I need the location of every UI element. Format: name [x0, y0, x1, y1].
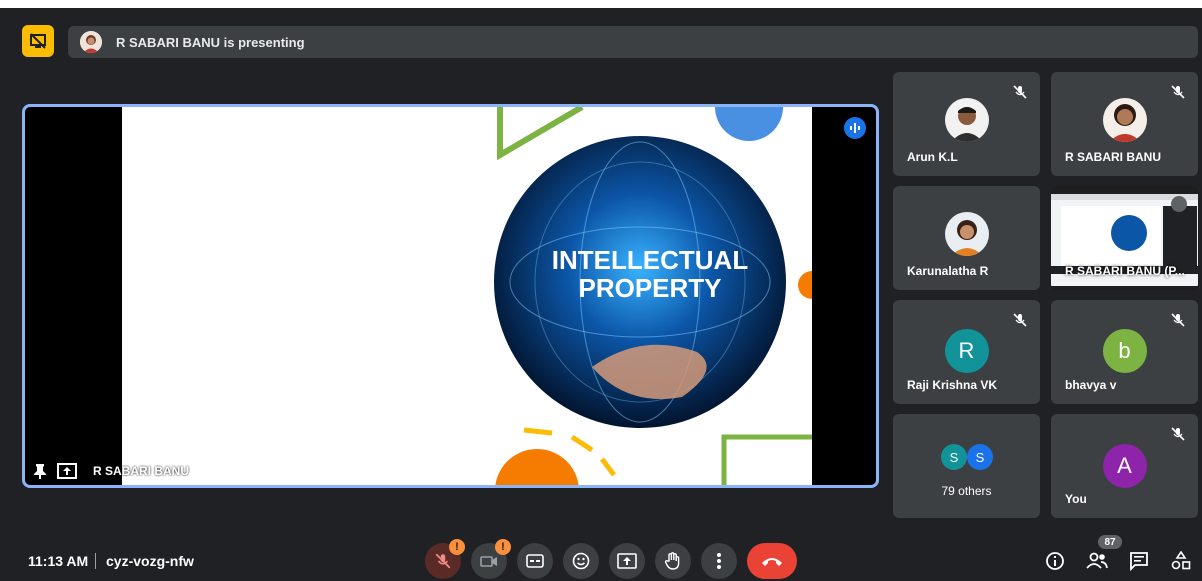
present-icon [617, 553, 637, 569]
others-avatar: S [941, 444, 967, 470]
stop-presenting-button[interactable] [22, 25, 54, 57]
stage-presenter-name: R SABARI BANU [93, 464, 189, 478]
participant-photo [944, 212, 989, 256]
captions-button[interactable] [517, 543, 553, 579]
speaking-indicator-icon [844, 117, 866, 139]
mic-off-icon [435, 553, 451, 569]
self-tile[interactable]: A You [1051, 414, 1198, 518]
people-icon [1086, 552, 1108, 569]
participant-tile[interactable]: Karunalatha R [893, 186, 1040, 290]
camera-button[interactable]: ! [471, 539, 511, 579]
mic-off-icon [1013, 85, 1027, 99]
participant-tile-screen[interactable]: R SABARI BANU (P... [1051, 186, 1198, 290]
slide-title-line1: INTELLECTUAL [552, 245, 749, 275]
presenting-text: R SABARI BANU is presenting [116, 34, 305, 50]
participant-name: Karunalatha R [907, 264, 989, 278]
chat-button[interactable] [1127, 549, 1151, 573]
mic-button[interactable]: ! [425, 539, 465, 579]
emoji-icon [572, 552, 590, 570]
mic-off-icon [1013, 313, 1027, 327]
presenting-banner: R SABARI BANU is presenting [68, 26, 1198, 58]
others-count-label: 79 others [941, 484, 992, 498]
camera-off-icon [480, 556, 497, 567]
others-tile[interactable]: S S 79 others [893, 414, 1040, 518]
divider [95, 553, 96, 569]
participant-photo [1102, 98, 1147, 142]
participant-tile[interactable]: Arun K.L [893, 72, 1040, 176]
present-off-icon [30, 33, 46, 49]
others-avatar: S [967, 444, 993, 470]
slide-title-line2: PROPERTY [578, 273, 721, 303]
participant-tile[interactable]: R SABARI BANU [1051, 72, 1198, 176]
presentation-icon[interactable] [57, 463, 77, 479]
participant-name: R SABARI BANU (P... [1065, 264, 1185, 278]
meeting-code[interactable]: cyz-vozg-nfw [106, 553, 194, 569]
meeting-time: 11:13 AM [28, 553, 89, 569]
warning-icon: ! [495, 539, 511, 555]
participant-photo [944, 98, 989, 142]
mic-off-icon [1171, 313, 1185, 327]
participant-name: bhavya v [1065, 378, 1117, 392]
participant-avatar-letter: b [1102, 329, 1147, 373]
more-vert-icon [717, 553, 721, 569]
captions-icon [526, 554, 544, 568]
participant-count-badge: 87 [1098, 535, 1122, 549]
slide-art: INTELLECTUAL PROPERTY [494, 107, 812, 485]
leave-call-button[interactable] [747, 543, 797, 579]
slide: INTELLECTUAL PROPERTY [122, 107, 812, 485]
chat-icon [1130, 552, 1148, 571]
meeting-window: R SABARI BANU is presenting INTELLECTUAL… [0, 0, 1202, 581]
pin-icon[interactable] [33, 463, 47, 479]
presenter-avatar [80, 31, 102, 53]
info-icon [1046, 552, 1064, 570]
participant-tile[interactable]: b bhavya v [1051, 300, 1198, 404]
activities-button[interactable] [1169, 549, 1193, 573]
participant-avatar-letter: R [944, 329, 989, 373]
raise-hand-button[interactable] [655, 543, 691, 579]
activities-icon [1171, 551, 1191, 570]
warning-icon: ! [449, 539, 465, 555]
meeting-details-button[interactable] [1043, 549, 1067, 573]
participant-name: R SABARI BANU [1065, 150, 1161, 164]
people-button[interactable] [1085, 549, 1109, 573]
participant-tile[interactable]: R Raji Krishna VK [893, 300, 1040, 404]
participant-name: Arun K.L [907, 150, 958, 164]
reactions-button[interactable] [563, 543, 599, 579]
more-options-button[interactable] [701, 543, 737, 579]
participant-avatar-letter: A [1102, 444, 1147, 488]
participant-name: Raji Krishna VK [907, 378, 998, 392]
mic-off-icon [1171, 427, 1185, 441]
present-now-button[interactable] [609, 543, 645, 579]
presentation-stage[interactable]: INTELLECTUAL PROPERTY R SABARI BANU [22, 104, 879, 488]
mic-off-icon [1171, 85, 1185, 99]
participant-name: You [1065, 492, 1087, 506]
hand-icon [664, 552, 680, 570]
call-end-icon [762, 558, 782, 566]
